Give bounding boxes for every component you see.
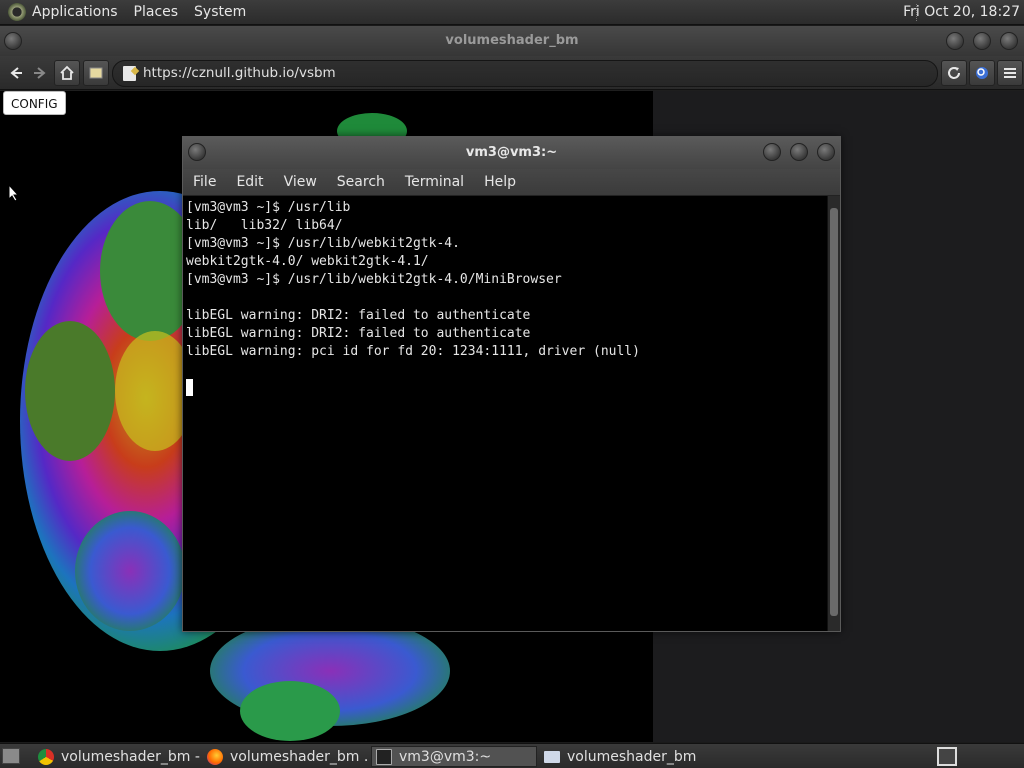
mouse-cursor-icon [8, 184, 20, 202]
scrollbar-thumb[interactable] [830, 208, 838, 616]
terminal-scrollbar[interactable] [827, 196, 840, 631]
hamburger-icon [1004, 68, 1016, 78]
workspace-switcher[interactable] [937, 747, 957, 766]
taskbar-item-label: volumeshader_bm -... [61, 748, 200, 765]
maximize-button[interactable] [973, 32, 991, 50]
web-inspector-button[interactable] [969, 60, 995, 86]
menu-file[interactable]: File [193, 174, 216, 190]
terminal-window: vm3@vm3:~ File Edit View Search Terminal… [182, 136, 841, 632]
window-menu-button[interactable] [4, 32, 22, 50]
forward-button[interactable] [27, 60, 53, 86]
taskbar-item-label: volumeshader_bm [567, 748, 697, 765]
terminal-icon [376, 748, 392, 765]
back-button[interactable] [3, 60, 29, 86]
back-arrow-icon [10, 67, 22, 79]
terminal-line: [vm3@vm3 ~]$ /usr/lib/webkit2gtk-4. [186, 236, 460, 251]
menu-system[interactable]: System [194, 4, 246, 20]
terminal-maximize-button[interactable] [790, 143, 808, 161]
url-text: https://cznull.github.io/vsbm [143, 65, 336, 81]
bottom-taskbar: volumeshader_bm -... volumeshader_bm ...… [0, 743, 1024, 768]
browser-toolbar: https://cznull.github.io/vsbm [0, 56, 1024, 90]
terminal-line: libEGL warning: pci id for fd 20: 1234:1… [186, 344, 640, 359]
terminal-line: [vm3@vm3 ~]$ /usr/lib/webkit2gtk-4.0/Min… [186, 272, 562, 287]
menu-terminal[interactable]: Terminal [405, 174, 464, 190]
terminal-prompt-line [186, 379, 828, 402]
menu-edit[interactable]: Edit [236, 174, 263, 190]
terminal-line: libEGL warning: DRI2: failed to authenti… [186, 308, 531, 323]
taskbar-item-chrome[interactable]: volumeshader_bm -... [34, 746, 200, 767]
mate-logo-icon[interactable] [8, 3, 26, 21]
taskbar-item-label: vm3@vm3:~ [399, 748, 492, 765]
reload-button[interactable] [941, 60, 967, 86]
terminal-line: [vm3@vm3 ~]$ /usr/lib [186, 200, 351, 215]
browser-titlebar[interactable]: volumeshader_bm [0, 26, 1024, 56]
terminal-window-menu-button[interactable] [188, 143, 206, 161]
taskbar-item-label: volumeshader_bm ... [230, 748, 367, 765]
terminal-minimize-button[interactable] [763, 143, 781, 161]
taskbar-item-firefox[interactable]: volumeshader_bm ... [203, 746, 367, 767]
terminal-line: lib/ lib32/ lib64/ [186, 218, 343, 233]
top-panel: Applications Places System Fri Oct 20, 1… [0, 0, 1024, 25]
chrome-icon [38, 748, 54, 765]
menu-help[interactable]: Help [484, 174, 516, 190]
show-desktop-icon[interactable] [2, 748, 20, 764]
menu-button[interactable] [997, 60, 1023, 86]
clock[interactable]: Fri Oct 20, 18:27 [903, 4, 1020, 20]
firefox-icon [207, 748, 223, 765]
terminal-line: libEGL warning: DRI2: failed to authenti… [186, 326, 531, 341]
terminal-title: vm3@vm3:~ [465, 145, 558, 160]
menu-places[interactable]: Places [134, 4, 179, 20]
config-button[interactable]: CONFIG [3, 91, 66, 115]
menu-view[interactable]: View [284, 174, 317, 190]
home-button[interactable] [54, 60, 80, 86]
close-button[interactable] [1000, 32, 1018, 50]
bookmarks-button[interactable] [83, 60, 109, 86]
inspector-icon [976, 67, 988, 79]
bookmarks-icon [89, 67, 103, 79]
terminal-close-button[interactable] [817, 143, 835, 161]
terminal-output[interactable]: [vm3@vm3 ~]$ /usr/lib lib/ lib32/ lib64/ [… [183, 196, 828, 631]
home-icon [60, 65, 74, 80]
browser-title: volumeshader_bm [445, 33, 579, 48]
reload-icon [948, 67, 960, 79]
menu-applications[interactable]: Applications [32, 4, 118, 20]
minimize-button[interactable] [946, 32, 964, 50]
terminal-titlebar[interactable]: vm3@vm3:~ [183, 137, 840, 169]
terminal-line: webkit2gtk-4.0/ webkit2gtk-4.1/ [186, 254, 429, 269]
menu-search[interactable]: Search [337, 174, 385, 190]
forward-arrow-icon [34, 67, 46, 79]
taskbar-item-terminal[interactable]: vm3@vm3:~ [371, 746, 537, 767]
window-icon [544, 750, 560, 763]
url-bar[interactable]: https://cznull.github.io/vsbm [112, 60, 938, 87]
terminal-cursor [186, 379, 193, 396]
page-icon [123, 66, 136, 81]
terminal-menubar: File Edit View Search Terminal Help [183, 169, 840, 196]
taskbar-item-minibrowser[interactable]: volumeshader_bm [540, 746, 706, 767]
